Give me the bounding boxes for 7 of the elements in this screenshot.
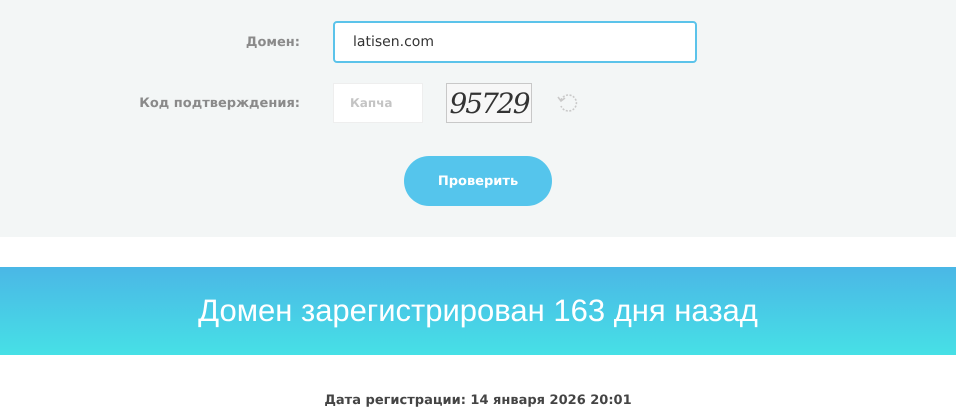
captcha-image: 95729 — [446, 83, 532, 123]
registration-date: Дата регистрации: 14 января 2026 20:01 — [323, 393, 633, 408]
domain-label: Домен: — [246, 34, 300, 50]
captcha-field[interactable]: Капча — [333, 83, 423, 123]
result-headline: Домен зарегистрирован 163 дня назад — [198, 293, 758, 329]
domain-field[interactable]: latisen.com — [333, 21, 697, 63]
captcha-label: Код подтверждения: — [139, 96, 300, 110]
